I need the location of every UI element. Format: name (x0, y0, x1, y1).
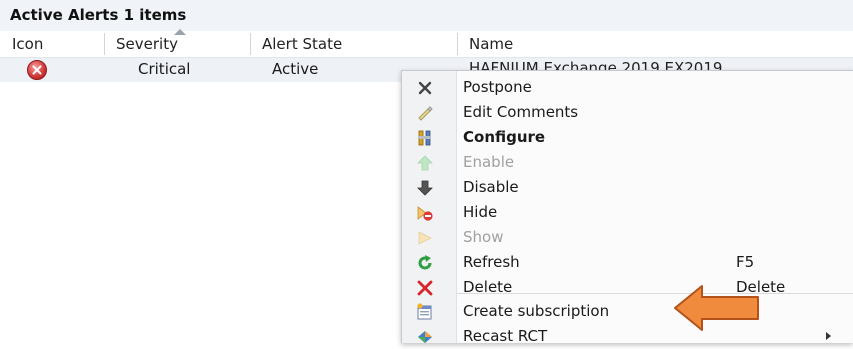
menu-separator (457, 293, 853, 294)
tools-icon (418, 130, 431, 146)
recast-icon (418, 331, 432, 343)
subscription-icon (417, 303, 432, 320)
column-header-severity-label: Severity (116, 35, 178, 53)
column-divider[interactable] (104, 33, 105, 55)
menu-item-postpone[interactable]: Postpone (402, 75, 853, 100)
pencil-icon (418, 106, 433, 121)
column-header-severity[interactable]: Severity (116, 29, 186, 53)
alert-state-cell: Active (272, 60, 319, 78)
submenu-arrow-icon (826, 332, 831, 340)
column-header-icon[interactable]: Icon (12, 35, 43, 53)
column-header-alert-state[interactable]: Alert State (262, 35, 342, 53)
panel-header: Active Alerts 1 items (0, 0, 853, 31)
menu-item-label: Hide (463, 203, 498, 221)
menu-item-configure[interactable]: Configure (402, 125, 853, 150)
menu-item-label: Show (463, 228, 504, 246)
menu-item-label: Enable (463, 153, 515, 171)
column-header-row: Icon Severity Alert State Name (0, 29, 853, 58)
menu-item-label: Recast RCT (463, 327, 548, 345)
menu-item-show[interactable]: Show (402, 225, 853, 250)
menu-item-label: Create subscription (463, 302, 610, 320)
close-x-icon (418, 81, 432, 95)
menu-item-recast-rct[interactable]: Recast RCT (402, 324, 853, 349)
menu-item-refresh[interactable]: Refresh F5 (402, 250, 853, 275)
delete-icon (417, 280, 433, 296)
column-divider[interactable] (250, 33, 251, 55)
callout-arrow-icon (674, 285, 759, 331)
sort-ascending-icon (174, 29, 186, 35)
severity-cell: Critical (138, 60, 191, 78)
menu-item-label: Refresh (463, 253, 520, 271)
menu-item-shortcut: F5 (736, 253, 755, 271)
menu-item-label: Edit Comments (463, 103, 579, 121)
context-menu: Postpone Edit Comments Configure Enable … (401, 70, 853, 345)
menu-item-label: Postpone (463, 78, 532, 96)
refresh-icon (418, 255, 432, 270)
column-header-name[interactable]: Name (469, 35, 513, 53)
critical-icon (27, 60, 47, 80)
column-divider[interactable] (457, 33, 458, 55)
show-icon (418, 231, 432, 245)
menu-item-delete[interactable]: Delete Delete (402, 275, 853, 300)
menu-item-create-subscription[interactable]: Create subscription (402, 299, 853, 324)
hide-icon (417, 206, 433, 221)
menu-item-disable[interactable]: Disable (402, 175, 853, 200)
panel-title: Active Alerts 1 items (10, 6, 187, 24)
menu-item-hide[interactable]: Hide (402, 200, 853, 225)
arrow-down-icon (417, 180, 433, 196)
menu-item-label: Disable (463, 178, 519, 196)
menu-item-enable[interactable]: Enable (402, 150, 853, 175)
arrow-up-icon (417, 155, 433, 171)
menu-item-edit-comments[interactable]: Edit Comments (402, 100, 853, 125)
menu-item-label: Configure (463, 128, 546, 146)
